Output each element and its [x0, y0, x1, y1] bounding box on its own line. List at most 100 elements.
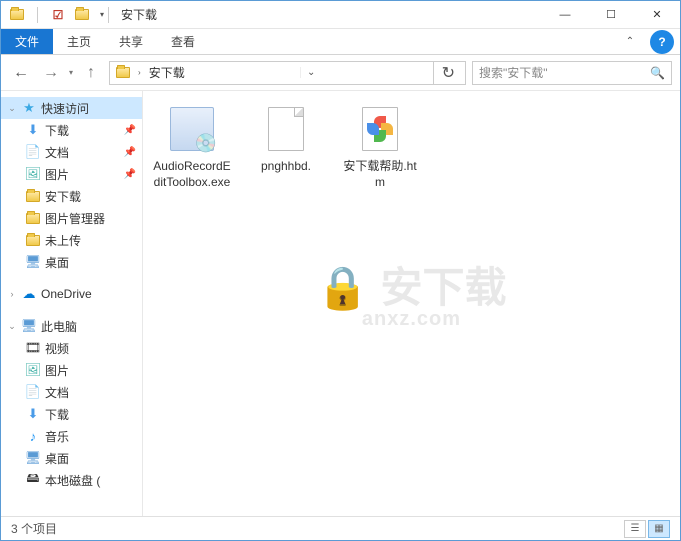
sidebar-item-desktop[interactable]: 🖥 桌面	[1, 251, 142, 273]
file-name: 安下载帮助.htm	[339, 159, 421, 190]
window-title: 安下载	[121, 6, 157, 23]
ribbon-minimize-icon[interactable]: ⌃	[616, 29, 644, 54]
sidebar-item-music[interactable]: ♪ 音乐	[1, 425, 142, 447]
sidebar-item-label: 快速访问	[41, 100, 89, 117]
music-icon: ♪	[25, 428, 41, 444]
chevron-down-icon[interactable]: ⌄	[7, 321, 17, 332]
sidebar-item-label: 图片管理器	[45, 210, 105, 227]
sidebar-item-videos[interactable]: 🎞 视频	[1, 337, 142, 359]
watermark: 🔒 安下载 anxz.com	[317, 266, 507, 328]
exe-icon	[166, 103, 218, 155]
new-folder-icon[interactable]	[74, 7, 90, 23]
window-controls: — ☐ ✕	[542, 1, 680, 29]
address-folder-icon[interactable]	[112, 67, 134, 78]
pin-icon: 📌	[124, 125, 136, 136]
pin-icon: 📌	[124, 147, 136, 158]
desktop-icon: 🖥	[25, 450, 41, 466]
chevron-right-icon[interactable]: ›	[134, 68, 145, 77]
address-bar[interactable]: › 安下载 ⌄ ↻	[109, 61, 466, 85]
file-name: AudioRecordEditToolbox.exe	[151, 159, 233, 190]
sidebar-item-disk[interactable]: 🖴 本地磁盘 (	[1, 469, 142, 491]
tab-file[interactable]: 文件	[1, 29, 53, 54]
onedrive-icon: ☁	[21, 286, 37, 302]
maximize-button[interactable]: ☐	[588, 1, 634, 29]
pin-icon: 📌	[124, 169, 136, 180]
divider	[37, 7, 38, 23]
back-button[interactable]: ←	[9, 61, 33, 85]
address-dropdown-icon[interactable]: ⌄	[300, 67, 321, 78]
sidebar-item-label: 此电脑	[41, 318, 77, 335]
quick-access-toolbar: ☑ ▾	[9, 7, 104, 23]
blank-file-icon	[260, 103, 312, 155]
ribbon: 文件 主页 共享 查看 ⌃ ?	[1, 29, 680, 55]
tab-home[interactable]: 主页	[53, 29, 105, 54]
view-switcher: ☰ ▦	[624, 520, 670, 538]
download-icon: ⬇	[25, 122, 41, 138]
sidebar-item-desktop[interactable]: 🖥 桌面	[1, 447, 142, 469]
sidebar-item-downloads[interactable]: ⬇ 下载 📌	[1, 119, 142, 141]
file-item-blank[interactable]: pnghhbd.	[245, 103, 327, 175]
sidebar-item-label: 视频	[45, 340, 69, 357]
sidebar-item-pictures[interactable]: 🖼 图片 📌	[1, 163, 142, 185]
recent-locations-icon[interactable]: ▾	[69, 68, 73, 77]
sidebar-item-label: 文档	[45, 384, 69, 401]
search-input[interactable]	[479, 66, 650, 80]
refresh-button[interactable]: ↻	[433, 62, 463, 84]
title-bar: ☑ ▾ 安下载 — ☐ ✕	[1, 1, 680, 29]
file-item-htm[interactable]: 安下载帮助.htm	[339, 103, 421, 190]
sidebar-item-folder[interactable]: 安下载	[1, 185, 142, 207]
htm-icon	[354, 103, 406, 155]
sidebar-quick-access[interactable]: ⌄ ★ 快速访问	[1, 97, 142, 119]
forward-button[interactable]: →	[39, 61, 63, 85]
search-box[interactable]: 🔍	[472, 61, 672, 85]
sidebar-item-label: 文档	[45, 144, 69, 161]
close-button[interactable]: ✕	[634, 1, 680, 29]
video-icon: 🎞	[25, 340, 41, 356]
navigation-pane[interactable]: ⌄ ★ 快速访问 ⬇ 下载 📌 📄 文档 📌 🖼 图片 📌 安下载 图片管理器	[1, 91, 143, 516]
sidebar-item-label: 桌面	[45, 450, 69, 467]
folder-icon	[25, 232, 41, 248]
file-item-exe[interactable]: AudioRecordEditToolbox.exe	[151, 103, 233, 190]
qat-dropdown-icon[interactable]: ▾	[100, 10, 104, 19]
help-button[interactable]: ?	[650, 30, 674, 54]
sidebar-onedrive[interactable]: › ☁ OneDrive	[1, 283, 142, 305]
divider	[108, 7, 109, 23]
star-icon: ★	[21, 100, 37, 116]
document-icon: 📄	[25, 144, 41, 160]
item-count: 3 个项目	[11, 520, 57, 537]
sidebar-item-documents[interactable]: 📄 文档	[1, 381, 142, 403]
folder-icon	[25, 210, 41, 226]
sidebar-this-pc[interactable]: ⌄ 🖥 此电脑	[1, 315, 142, 337]
details-view-button[interactable]: ☰	[624, 520, 646, 538]
sidebar-item-label: OneDrive	[41, 287, 92, 301]
disk-icon: 🖴	[25, 472, 41, 488]
sidebar-item-label: 安下载	[45, 188, 81, 205]
desktop-icon: 🖥	[25, 254, 41, 270]
sidebar-item-label: 下载	[45, 122, 69, 139]
file-list[interactable]: 🔒 安下载 anxz.com AudioRecordEditToolbox.ex…	[143, 91, 680, 516]
sidebar-item-folder[interactable]: 未上传	[1, 229, 142, 251]
status-bar: 3 个项目 ☰ ▦	[1, 516, 680, 540]
tab-share[interactable]: 共享	[105, 29, 157, 54]
navigation-bar: ← → ▾ ↑ › 安下载 ⌄ ↻ 🔍	[1, 55, 680, 91]
icons-view-button[interactable]: ▦	[648, 520, 670, 538]
sidebar-item-label: 下载	[45, 406, 69, 423]
sidebar-item-label: 图片	[45, 362, 69, 379]
tab-view[interactable]: 查看	[157, 29, 209, 54]
sidebar-item-folder[interactable]: 图片管理器	[1, 207, 142, 229]
sidebar-item-downloads[interactable]: ⬇ 下载	[1, 403, 142, 425]
up-button[interactable]: ↑	[79, 61, 103, 85]
app-folder-icon[interactable]	[9, 7, 25, 23]
picture-icon: 🖼	[25, 166, 41, 182]
properties-icon[interactable]: ☑	[50, 7, 66, 23]
chevron-down-icon[interactable]: ⌄	[7, 103, 17, 114]
picture-icon: 🖼	[25, 362, 41, 378]
address-segment[interactable]: 安下载	[145, 64, 189, 81]
computer-icon: 🖥	[21, 318, 37, 334]
minimize-button[interactable]: —	[542, 1, 588, 29]
sidebar-item-pictures[interactable]: 🖼 图片	[1, 359, 142, 381]
search-icon[interactable]: 🔍	[650, 66, 665, 80]
sidebar-item-label: 本地磁盘 (	[45, 472, 100, 489]
chevron-right-icon[interactable]: ›	[7, 289, 17, 299]
sidebar-item-documents[interactable]: 📄 文档 📌	[1, 141, 142, 163]
